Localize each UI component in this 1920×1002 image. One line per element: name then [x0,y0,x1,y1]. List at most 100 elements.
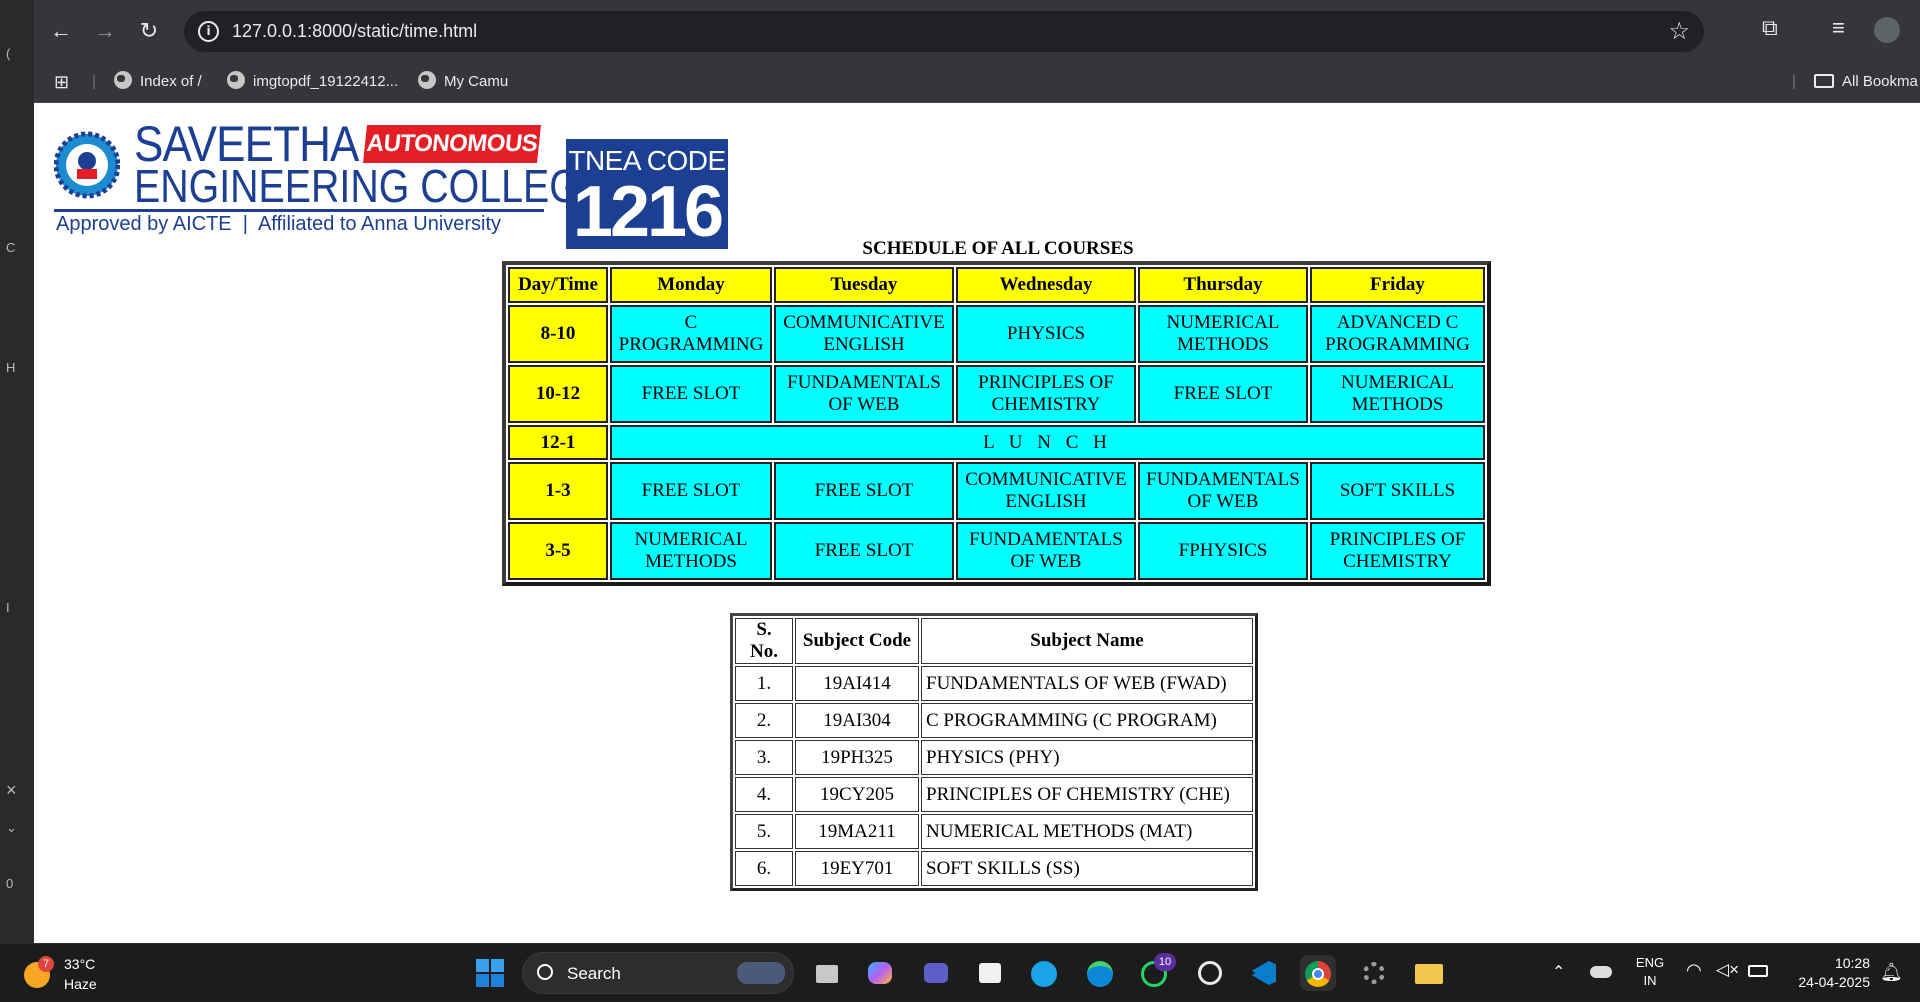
file-explorer-icon[interactable] [1410,955,1446,991]
code-cell: 19MA211 [795,814,919,849]
header-cell: Monday [610,267,772,303]
course-cell: COMMUNICATIVE ENGLISH [774,305,954,363]
schedule-header-row: Day/Time Monday Tuesday Wednesday Thursd… [508,267,1485,303]
settings-icon[interactable] [1356,955,1392,991]
task-view-shape [816,965,838,983]
sno-cell: 4. [735,777,793,812]
code-cell: 19AI304 [795,703,919,738]
course-cell: COMMUNICATIVE ENGLISH [956,462,1136,520]
header-cell: Tuesday [774,267,954,303]
globe-icon [418,71,436,89]
store-icon[interactable] [972,955,1008,991]
bookmark-my-camu[interactable]: My Camu [418,70,508,94]
subjects-table: S. No. Subject Code Subject Name 1. 19AI4… [730,613,1258,891]
vscode-shape [1252,961,1276,985]
bookmark-label: My Camu [444,73,509,90]
code-cell: 19EY701 [795,851,919,886]
chevron-down-icon[interactable]: ⌄ [6,820,17,836]
vscode-icon[interactable] [1246,955,1282,991]
desktop-screen: ( C H I × ⌄ 0 ← → ↻ i 127.0.0.1:8000/sta… [0,0,1920,1002]
copilot-shape [868,962,892,984]
taskbar-search-box[interactable]: Search [522,952,794,994]
settings-shape [1363,962,1385,984]
chatgpt-icon[interactable] [1192,955,1228,991]
onedrive-icon[interactable] [1590,966,1612,978]
schedule-row: 10-12 FREE SLOT FUNDAMENTALS OF WEB PRIN… [508,365,1485,423]
course-cell: SOFT SKILLS [1310,462,1485,520]
table-row: 5. 19MA211 NUMERICAL METHODS (MAT) [735,814,1253,849]
address-bar[interactable]: i 127.0.0.1:8000/static/time.html ☆ [184,11,1704,52]
header-cell: Friday [1310,267,1485,303]
copilot-icon[interactable] [862,955,898,991]
language-indicator[interactable]: ENG IN [1630,954,1670,990]
notification-icon[interactable]: 🔔︎ [1880,962,1903,983]
clock-date: 24-04-2025 [1798,974,1870,990]
time-cell: 1-3 [508,462,608,520]
schedule-lunch-row: 12-1 L U N C H [508,425,1485,460]
extensions-icon[interactable]: ⧉ [1762,15,1778,41]
header-cell: Subject Code [795,618,919,664]
teams-icon[interactable] [918,955,954,991]
url-text[interactable]: 127.0.0.1:8000/static/time.html [232,21,477,42]
language-region: IN [1643,973,1657,988]
reload-button[interactable]: ↻ [132,14,166,48]
header-cell: Thursday [1138,267,1308,303]
edge-icon[interactable] [1082,955,1118,991]
course-cell: FUNDAMENTALS OF WEB [774,365,954,423]
forward-button[interactable]: → [88,14,122,48]
sno-cell: 1. [735,666,793,701]
bookmark-index[interactable]: Index of / [114,70,202,94]
name-cell: NUMERICAL METHODS (MAT) [921,814,1253,849]
start-button[interactable] [472,955,508,991]
header-cell: Day/Time [508,267,608,303]
bg-window-glyph: I [6,600,10,615]
bg-window-glyph: C [6,240,16,255]
all-bookmarks-button[interactable]: All Bookma [1814,70,1918,94]
logo-tagline: Approved by AICTE | Affiliated to Anna U… [56,213,502,235]
header-cell: Wednesday [956,267,1136,303]
chrome-icon[interactable] [1300,955,1336,991]
wifi-icon[interactable]: ◠ [1686,960,1702,981]
time-cell: 12-1 [508,425,608,460]
sno-cell: 3. [735,740,793,775]
course-cell: FREE SLOT [610,462,772,520]
close-icon[interactable]: × [6,780,17,801]
search-highlight-icon [737,962,785,984]
profile-avatar[interactable] [1874,17,1900,43]
whatsapp-badge: 10 [1154,953,1176,971]
autonomous-badge: AUTONOMOUS [363,125,541,163]
site-info-icon[interactable]: i [198,21,219,42]
table-row: 2. 19AI304 C PROGRAMMING (C PROGRAM) [735,703,1253,738]
media-control-icon[interactable]: ≡ [1832,15,1845,41]
task-view-icon[interactable] [808,955,844,991]
help-icon[interactable] [1026,955,1062,991]
bg-window-glyph: H [6,360,16,375]
course-cell: FREE SLOT [1138,365,1308,423]
lunch-cell: L U N C H [610,425,1485,460]
schedule-row: 1-3 FREE SLOT FREE SLOT COMMUNICATIVE EN… [508,462,1485,520]
code-cell: 19PH325 [795,740,919,775]
code-cell: 19AI414 [795,666,919,701]
bookmarks-bar: ⊞ | Index of / imgtopdf_19122412... My C… [34,62,1920,103]
whatsapp-icon[interactable]: 10 [1136,953,1176,991]
back-button[interactable]: ← [44,14,78,48]
apps-grid-icon[interactable]: ⊞ [54,70,69,94]
battery-icon[interactable] [1748,965,1768,977]
schedule-row: 3-5 NUMERICAL METHODS FREE SLOT FUNDAMEN… [508,522,1485,580]
sno-cell: 2. [735,703,793,738]
bookmark-star-icon[interactable]: ☆ [1668,17,1690,46]
volume-muted-icon[interactable]: ◁× [1716,960,1739,980]
bookmark-label: Index of / [140,73,202,90]
teams-shape [924,963,948,983]
clock[interactable]: 10:28 24-04-2025 [1780,954,1870,992]
search-icon [537,964,553,980]
bookmark-imgtopdf[interactable]: imgtopdf_19122412... [227,70,398,94]
tray-overflow-icon[interactable]: ⌃ [1552,962,1565,982]
page-content: SAVEETHA AUTONOMOUS ENGINEERING COLLEGE … [34,103,1920,943]
course-cell: FREE SLOT [610,365,772,423]
browser-window: ← → ↻ i 127.0.0.1:8000/static/time.html … [34,0,1920,943]
time-cell: 10-12 [508,365,608,423]
weather-widget[interactable]: 7 33°C Haze [20,952,130,996]
sno-cell: 5. [735,814,793,849]
name-cell: PHYSICS (PHY) [921,740,1253,775]
